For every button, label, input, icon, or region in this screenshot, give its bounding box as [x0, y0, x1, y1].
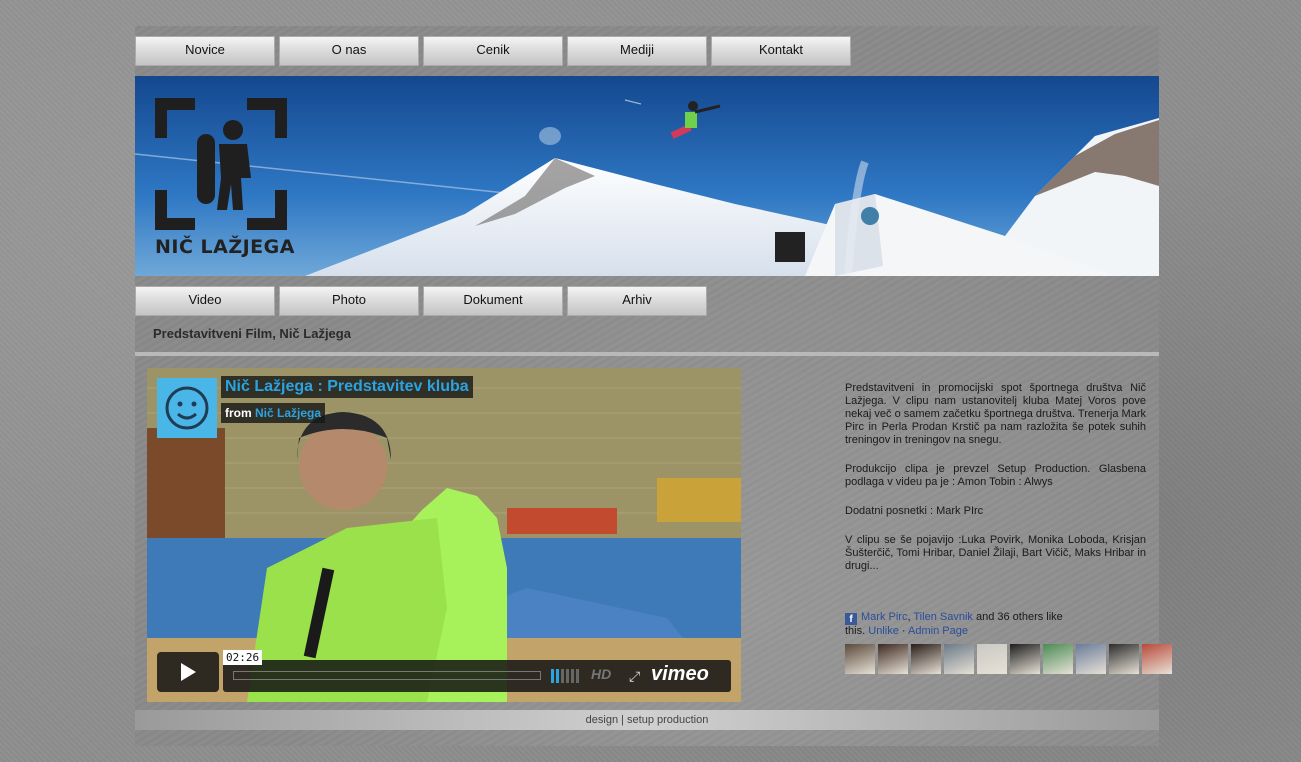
fullscreen-icon[interactable]: ⤢: [629, 668, 640, 685]
fan-avatar[interactable]: [1043, 644, 1073, 674]
nav-mediji[interactable]: Mediji: [567, 36, 707, 66]
admin-page-link[interactable]: Admin Page: [908, 625, 968, 637]
fan-avatar[interactable]: [944, 644, 974, 674]
friend-link[interactable]: Mark Pirc: [861, 611, 907, 623]
page-title: Predstavitveni Film, Nič Lažjega: [153, 326, 351, 341]
player-controls: HD ⤢ vimeo: [223, 660, 731, 692]
description-paragraph: V clipu se še pojavijo :Luka Povirk, Mon…: [845, 534, 1146, 572]
fan-avatar[interactable]: [878, 644, 908, 674]
fan-avatar[interactable]: [1142, 644, 1172, 674]
author-avatar[interactable]: [157, 378, 217, 438]
author-link[interactable]: Nič Lažjega: [255, 406, 321, 420]
description-paragraph: Dodatni posnetki : Mark PIrc: [845, 505, 984, 517]
description-paragraph: Produkcijo clipa je prevzel Setup Produc…: [845, 463, 1146, 488]
nav-photo[interactable]: Photo: [279, 286, 419, 316]
nav-dokument[interactable]: Dokument: [423, 286, 563, 316]
video-byline: from Nič Lažjega: [221, 403, 326, 423]
header-banner: NIČ LAŽJEGA: [135, 76, 1159, 276]
progress-bar[interactable]: [233, 671, 541, 680]
separator-dot: ·: [901, 625, 906, 637]
main-nav: Novice O nas Cenik Mediji Kontakt: [135, 36, 851, 66]
video-player[interactable]: Nič Lažjega : Predstavitev kluba from Ni…: [147, 368, 741, 702]
nav-cenik[interactable]: Cenik: [423, 36, 563, 66]
smiley-icon: [165, 386, 209, 430]
volume-bars-icon: [551, 669, 579, 683]
video-description: Predstavitveni in promocijski spot šport…: [845, 382, 1146, 589]
fan-avatar[interactable]: [911, 644, 941, 674]
facebook-like-box: f Mark Pirc, Tilen Savnik and 36 others l…: [845, 611, 1085, 638]
play-button[interactable]: [157, 652, 219, 692]
friend-link[interactable]: Tilen Savnik: [913, 611, 973, 623]
unlike-link[interactable]: Unlike: [868, 625, 899, 637]
comma: ,: [907, 611, 911, 623]
footer: design | setup production: [135, 710, 1159, 730]
fan-avatar[interactable]: [1076, 644, 1106, 674]
media-nav: Video Photo Dokument Arhiv: [135, 286, 707, 316]
hd-toggle[interactable]: HD: [591, 666, 611, 682]
fan-avatar[interactable]: [977, 644, 1007, 674]
divider: [135, 352, 1159, 356]
nav-arhiv[interactable]: Arhiv: [567, 286, 707, 316]
logo-text: NIČ LAŽJEGA: [155, 236, 295, 258]
nav-novice[interactable]: Novice: [135, 36, 275, 66]
fan-avatar[interactable]: [845, 644, 875, 674]
vimeo-logo[interactable]: vimeo: [651, 663, 709, 686]
from-label: from: [225, 406, 252, 420]
footer-credit[interactable]: design | setup production: [586, 714, 709, 726]
volume-control[interactable]: [551, 669, 583, 683]
nav-kontakt[interactable]: Kontakt: [711, 36, 851, 66]
nav-o-nas[interactable]: O nas: [279, 36, 419, 66]
description-paragraph: Predstavitveni in promocijski spot šport…: [845, 382, 1146, 446]
video-title[interactable]: Nič Lažjega : Predstavitev kluba: [221, 376, 473, 398]
page-container: Novice O nas Cenik Mediji Kontakt NIČ LA…: [135, 26, 1172, 746]
video-time: 02:26: [223, 650, 263, 665]
play-icon: [181, 663, 196, 681]
fan-faces: [845, 644, 1172, 674]
fan-avatar[interactable]: [1010, 644, 1040, 674]
nav-video[interactable]: Video: [135, 286, 275, 316]
facebook-icon: f: [845, 613, 857, 625]
fan-avatar[interactable]: [1109, 644, 1139, 674]
